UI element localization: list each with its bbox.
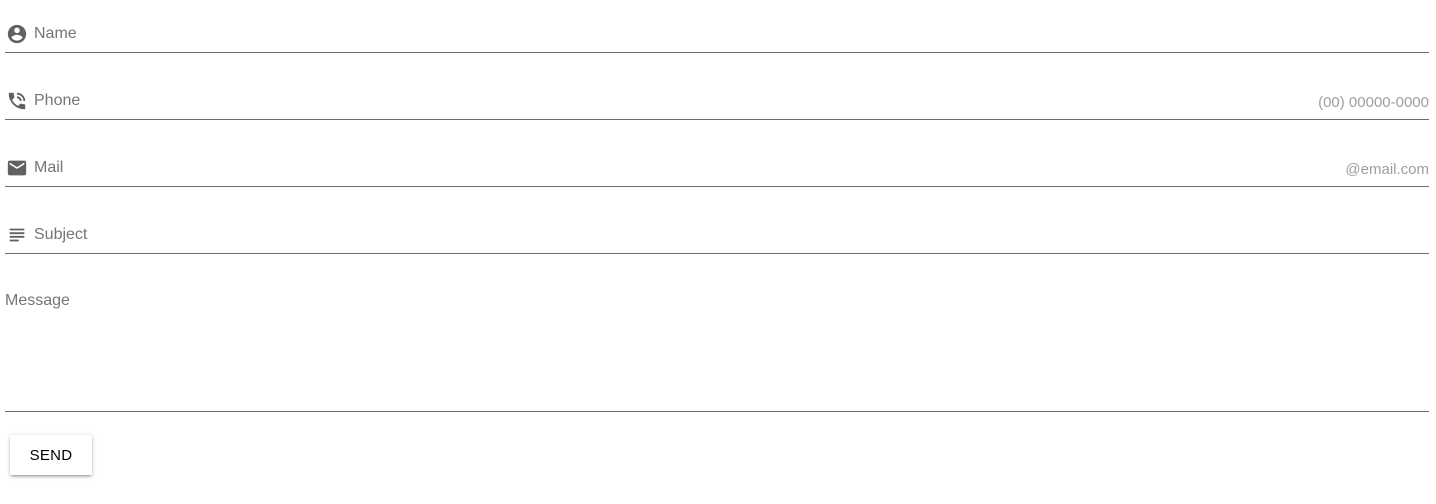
phone-input[interactable] xyxy=(34,87,1299,113)
name-field[interactable]: Name xyxy=(5,0,1429,53)
phone-field[interactable]: Phone (00) 00000-0000 xyxy=(5,68,1429,120)
mail-input[interactable] xyxy=(34,154,1299,180)
subject-input[interactable] xyxy=(34,221,1299,247)
mail-field[interactable]: Mail @email.com xyxy=(5,135,1429,187)
account-circle-icon xyxy=(6,23,28,45)
phone-icon xyxy=(6,90,28,112)
mail-icon xyxy=(6,157,28,179)
subject-icon xyxy=(6,224,28,246)
message-textarea[interactable] xyxy=(5,316,1429,404)
mail-domain-suffix: @email.com xyxy=(1345,161,1429,178)
phone-format-hint: (00) 00000-0000 xyxy=(1318,94,1429,111)
send-button[interactable]: SEND xyxy=(10,435,92,475)
message-label: Message xyxy=(5,292,70,309)
message-field[interactable]: Message xyxy=(5,270,1429,412)
name-input[interactable] xyxy=(34,20,1299,46)
subject-field[interactable]: Subject xyxy=(5,202,1429,254)
